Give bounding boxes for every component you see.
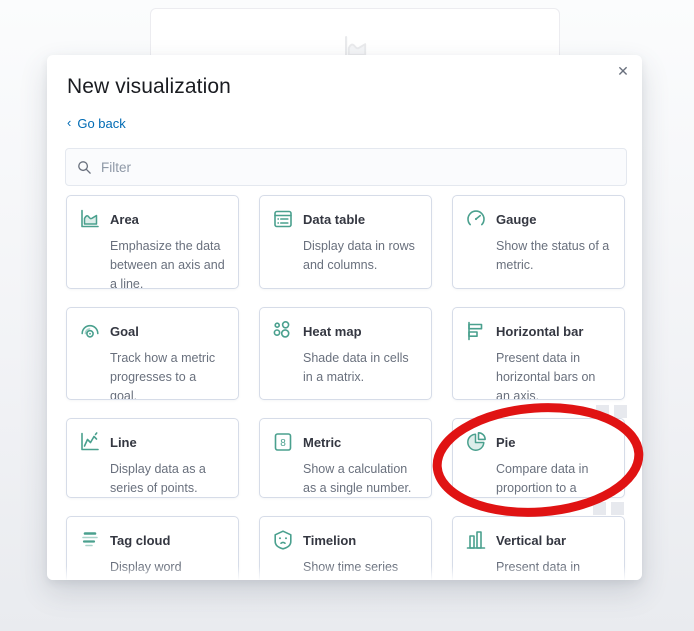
card-description: Display word frequency with font size. — [110, 560, 215, 580]
card-title: Horizontal bar — [496, 323, 584, 339]
card-title: Data table — [303, 211, 366, 227]
search-icon — [78, 160, 91, 174]
vertical-bar-icon — [465, 529, 487, 551]
card-title: Vertical bar — [496, 532, 567, 548]
card-title: Heat map — [303, 323, 362, 339]
new-visualization-modal: ✕ New visualization ‹ Go back Area Empha… — [47, 55, 642, 580]
card-title: Metric — [303, 434, 342, 450]
card-head: Timelion — [272, 529, 418, 551]
card-head: Heat map — [272, 320, 418, 342]
close-icon[interactable]: ✕ — [613, 62, 633, 82]
card-title: Line — [110, 434, 137, 450]
card-title: Timelion — [303, 532, 357, 548]
card-title: Area — [110, 211, 139, 227]
card-head: Line — [79, 431, 225, 453]
card-head: Pie — [465, 431, 611, 453]
card-description: Display data as a series of points. — [110, 462, 206, 495]
tag-cloud-icon — [79, 529, 101, 551]
horizontal-bar-icon — [465, 320, 487, 342]
visualization-card-data-table[interactable]: Data table Display data in rows and colu… — [259, 195, 432, 289]
card-head: 8 Metric — [272, 431, 418, 453]
go-back-link[interactable]: ‹ Go back — [67, 116, 126, 131]
card-description: Compare data in proportion to a whole. — [496, 462, 589, 495]
area-chart-icon — [79, 208, 101, 230]
card-title: Tag cloud — [110, 532, 171, 548]
pie-chart-icon — [465, 431, 487, 453]
visualization-card-gauge[interactable]: Gauge Show the status of a metric. — [452, 195, 625, 289]
visualization-card-horizontal-bar[interactable]: Horizontal bar Present data in horizonta… — [452, 307, 625, 400]
visualization-type-grid: Area Emphasize the data between an axis … — [66, 195, 625, 580]
go-back-label: Go back — [77, 116, 126, 131]
card-head: Goal — [79, 320, 225, 342]
filter-search-box[interactable] — [65, 148, 627, 186]
card-title: Gauge — [496, 211, 537, 227]
chevron-left-icon: ‹ — [67, 115, 72, 130]
visualization-card-metric[interactable]: 8 Metric Show a calculation as a single … — [259, 418, 432, 498]
visualization-card-timelion[interactable]: Timelion Show time series data on a grap… — [259, 516, 432, 580]
visualization-card-heat-map[interactable]: Heat map Shade data in cells in a matrix… — [259, 307, 432, 400]
metric-icon: 8 — [272, 431, 294, 453]
timelion-icon — [272, 529, 294, 551]
filter-input[interactable] — [101, 159, 615, 175]
card-head: Tag cloud — [79, 529, 225, 551]
visualization-card-pie[interactable]: Pie Compare data in proportion to a whol… — [452, 418, 625, 498]
card-description: Display data in rows and columns. — [303, 239, 415, 272]
card-head: Horizontal bar — [465, 320, 611, 342]
gauge-icon — [465, 208, 487, 230]
visualization-card-vertical-bar[interactable]: Vertical bar Present data in vertical ba… — [452, 516, 625, 580]
card-description: Present data in vertical bars on an axis… — [496, 560, 598, 580]
svg-text:8: 8 — [280, 438, 286, 449]
page-title: New visualization — [67, 75, 231, 98]
card-description: Show time series data on a graph. — [303, 560, 399, 580]
heat-map-icon — [272, 320, 294, 342]
visualization-card-tag-cloud[interactable]: Tag cloud Display word frequency with fo… — [66, 516, 239, 580]
card-description: Present data in horizontal bars on an ax… — [496, 351, 596, 400]
visualization-card-goal[interactable]: Goal Track how a metric progresses to a … — [66, 307, 239, 400]
card-description: Shade data in cells in a matrix. — [303, 351, 409, 384]
visualization-card-area[interactable]: Area Emphasize the data between an axis … — [66, 195, 239, 289]
card-head: Area — [79, 208, 225, 230]
card-description: Emphasize the data between an axis and a… — [110, 239, 225, 289]
card-title: Pie — [496, 434, 516, 450]
visualization-card-line[interactable]: Line Display data as a series of points. — [66, 418, 239, 498]
card-description: Show the status of a metric. — [496, 239, 610, 272]
card-description: Show a calculation as a single number. — [303, 462, 412, 495]
card-title: Goal — [110, 323, 139, 339]
card-head: Vertical bar — [465, 529, 611, 551]
card-head: Gauge — [465, 208, 611, 230]
data-table-icon — [272, 208, 294, 230]
card-head: Data table — [272, 208, 418, 230]
goal-icon — [79, 320, 101, 342]
card-description: Track how a metric progresses to a goal. — [110, 351, 216, 400]
line-chart-icon — [79, 431, 101, 453]
